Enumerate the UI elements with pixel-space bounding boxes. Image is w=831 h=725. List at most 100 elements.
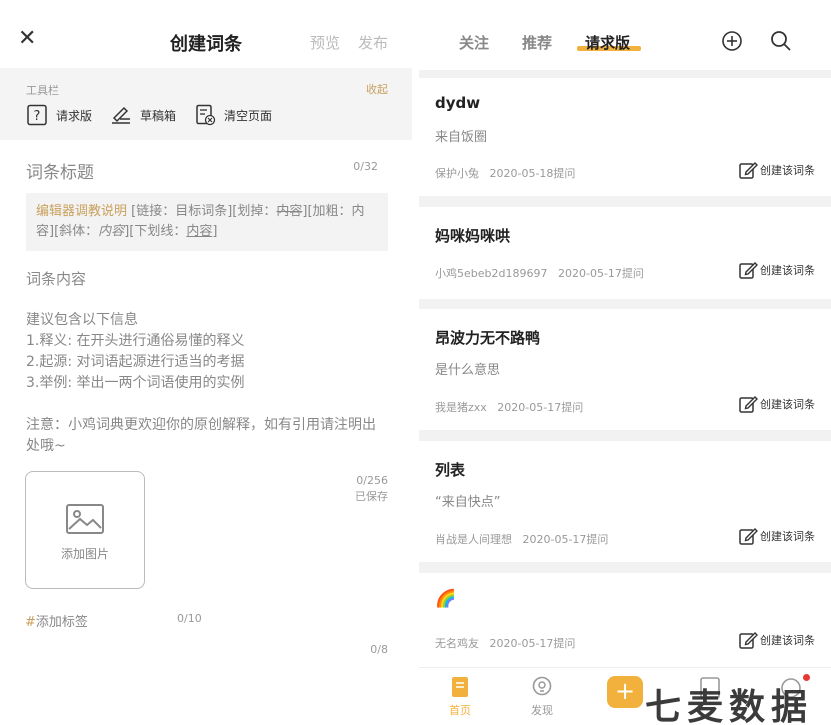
nav-discover-label: 发现 [531, 704, 553, 717]
guide-strike-sample: 内容 [276, 204, 303, 219]
card-user: 保护小兔 [435, 167, 479, 180]
card-user: 小鸡5ebeb2d189697 [435, 267, 548, 280]
create-plus-button[interactable]: + [607, 676, 643, 708]
create-entry-button[interactable]: 创建该词条 [738, 630, 815, 650]
editor-guide-link[interactable]: 编辑器调教说明 [36, 204, 127, 219]
request-card[interactable]: 🌈 无名鸡友 2020-05-17提问 创建该词条 [419, 573, 831, 667]
create-entry-header: ✕ 创建词条 预览 发布 [0, 0, 412, 68]
card-date: 2020-05-17提问 [497, 401, 584, 414]
add-image-button[interactable]: 添加图片 [25, 471, 145, 589]
watermark-logo: 七麦数据 [645, 687, 814, 725]
add-image-label: 添加图片 [60, 547, 109, 561]
card-meta: 小鸡5ebeb2d189697 2020-05-17提问 [435, 265, 644, 281]
create-entry-label: 创建该词条 [760, 634, 815, 647]
hint-line: 2.起源: 对词语起源进行适当的考据 [26, 354, 245, 370]
drafts-button[interactable]: 草稿箱 [110, 104, 176, 126]
card-date: 2020-05-17提问 [557, 267, 644, 280]
request-card[interactable]: dydw 来自饭圈 保护小兔 2020-05-18提问 创建该词条 [419, 78, 831, 196]
hint-line: 1.释义: 在开头进行通俗易懂的释义 [26, 333, 245, 349]
create-entry-button[interactable]: 创建该词条 [738, 526, 815, 546]
nav-home[interactable]: 首页 [430, 676, 490, 718]
request-card[interactable]: 列表 “来自快点” 肖战是人间理想 2020-05-17提问 创建该词条 [419, 441, 831, 562]
request-card[interactable]: 妈咪妈咪哄 小鸡5ebeb2d189697 2020-05-17提问 创建该词条 [419, 207, 831, 299]
svg-text:?: ? [34, 109, 41, 124]
tab-follow[interactable]: 关注 [459, 32, 489, 53]
content-count-value: 0/256 [356, 474, 388, 487]
create-entry-button[interactable]: 创建该词条 [738, 160, 815, 180]
edit-icon [739, 396, 758, 413]
edit-icon [739, 262, 758, 279]
originality-note: 注意：小鸡词典更欢迎你的原创解释，如有引用请注明出处哦~ [26, 417, 376, 454]
card-date: 2020-05-17提问 [489, 637, 576, 650]
image-icon [66, 504, 104, 534]
card-subtitle: 是什么意思 [435, 363, 501, 378]
guide-text: ] [212, 224, 218, 239]
card-title: 列表 [435, 461, 466, 479]
guide-text: ][加粗： [302, 204, 352, 219]
search-icon[interactable] [770, 30, 792, 52]
entry-title-count: 0/32 [353, 160, 378, 173]
create-entry-button[interactable]: 创建该词条 [738, 260, 815, 280]
bottom-count: 0/8 [370, 643, 388, 656]
content-hint: 建议包含以下信息 1.释义: 在开头进行通俗易懂的释义 2.起源: 对词语起源进… [26, 310, 396, 394]
collapse-button[interactable]: 收起 [366, 81, 388, 97]
request-card[interactable]: 昂波力无不路鸭 是什么意思 我是猪zxx 2020-05-17提问 创建该词条 [419, 309, 831, 430]
discover-bulb-icon [532, 676, 552, 696]
card-title: 🌈 [435, 589, 457, 609]
preview-button[interactable]: 预览 [310, 32, 340, 53]
home-book-icon [452, 677, 468, 697]
card-title: 妈咪妈咪哄 [435, 227, 511, 245]
page-title: 创建词条 [170, 34, 242, 55]
entry-content-input[interactable]: 词条内容 [26, 268, 86, 289]
edit-icon [739, 528, 758, 545]
hint-line: 3.举例: 举出一两个词语使用的实例 [26, 375, 245, 391]
editor-guide: 编辑器调教说明 [链接：目标词条][划掉：内容][加粗：内容][斜体：内容][下… [26, 193, 388, 251]
content-count: 0/256 已保存 [355, 473, 388, 505]
pen-line-icon [112, 106, 130, 124]
edit-icon [739, 162, 758, 179]
create-entry-label: 创建该词条 [760, 530, 815, 543]
request-list-button[interactable]: ? 请求版 [26, 104, 92, 126]
publish-button[interactable]: 发布 [358, 32, 388, 53]
tag-count: 0/10 [177, 612, 202, 625]
add-circle-icon[interactable] [721, 30, 743, 52]
create-entry-label: 创建该词条 [760, 164, 815, 177]
nav-discover[interactable]: 发现 [512, 676, 572, 718]
card-meta: 我是猪zxx 2020-05-17提问 [435, 399, 583, 415]
card-subtitle: 来自饭圈 [435, 130, 488, 145]
request-list-label: 请求版 [56, 108, 93, 123]
tab-recommend[interactable]: 推荐 [522, 32, 552, 53]
guide-text: ][斜体： [49, 224, 99, 239]
drafts-label: 草稿箱 [140, 108, 177, 123]
edit-icon [739, 632, 758, 649]
card-user: 无名鸡友 [435, 637, 479, 650]
guide-italic-sample: 内容 [98, 224, 125, 239]
create-entry-label: 创建该词条 [760, 264, 815, 277]
request-feed-panel: 关注 推荐 请求版 dydw 来自饭圈 保护小兔 2020-05-18提问 创建… [419, 0, 831, 725]
card-user: 肖战是人间理想 [435, 533, 512, 546]
card-meta: 无名鸡友 2020-05-17提问 [435, 635, 575, 651]
tab-request[interactable]: 请求版 [585, 32, 630, 53]
hint-line: 建议包含以下信息 [26, 312, 138, 328]
card-title: 昂波力无不路鸭 [435, 329, 541, 347]
toolbar: 工具栏 收起 ? 请求版 草稿箱 清空页面 [0, 68, 412, 140]
create-entry-label: 创建该词条 [760, 398, 815, 411]
clear-page-label: 清空页面 [224, 108, 273, 123]
card-meta: 肖战是人间理想 2020-05-17提问 [435, 531, 608, 547]
entry-title-input[interactable]: 词条标题 [26, 158, 94, 183]
card-user: 我是猪zxx [435, 401, 487, 414]
card-title: dydw [435, 94, 481, 112]
hash-icon: # [25, 615, 36, 630]
clear-page-button[interactable]: 清空页面 [194, 104, 272, 126]
card-subtitle: “来自快点” [435, 495, 501, 510]
feed-header: 关注 推荐 请求版 [419, 0, 831, 70]
add-tag-button[interactable]: #添加标签 [25, 611, 88, 630]
guide-text: ][下划线： [124, 224, 187, 239]
create-entry-panel: ✕ 创建词条 预览 发布 工具栏 收起 ? 请求版 草稿箱 清空页面 词条标题 … [0, 0, 412, 725]
question-box-icon: ? [27, 104, 47, 126]
create-entry-button[interactable]: 创建该词条 [738, 394, 815, 414]
clear-page-icon [196, 104, 216, 126]
add-tag-label: 添加标签 [35, 615, 88, 630]
nav-home-label: 首页 [449, 704, 471, 717]
saved-status: 已保存 [355, 490, 388, 503]
